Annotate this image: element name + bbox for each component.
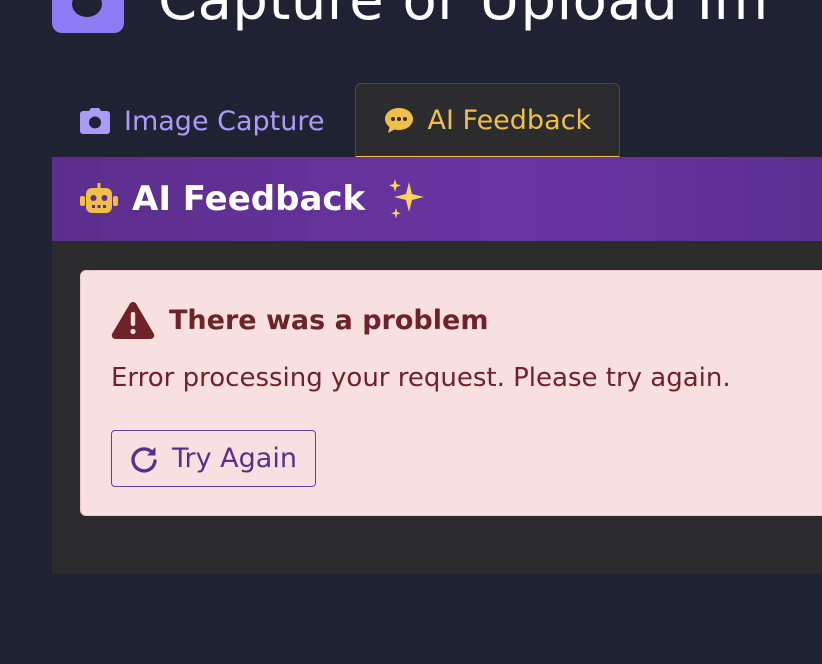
try-again-button[interactable]: Try Again	[111, 430, 316, 487]
tab-bar: Image Capture AI Feedback	[52, 83, 621, 158]
speech-bubble-icon	[384, 106, 414, 134]
error-alert: There was a problem Error processing you…	[80, 270, 822, 516]
alert-title: There was a problem	[169, 304, 489, 336]
tab-image-capture[interactable]: Image Capture	[52, 84, 353, 158]
page: Capture or Upload Im Image Capture AI Fe…	[0, 0, 822, 664]
refresh-icon	[130, 445, 158, 473]
ai-feedback-card: AI Feedback There was a problem Error pr…	[52, 157, 822, 574]
try-again-label: Try Again	[172, 443, 297, 474]
tab-image-capture-label: Image Capture	[124, 105, 325, 137]
robot-icon	[80, 183, 118, 215]
camera-logo-icon	[52, 0, 124, 33]
alert-message: Error processing your request. Please tr…	[111, 363, 731, 393]
app-header: Capture or Upload Im	[52, 0, 769, 40]
tab-ai-feedback[interactable]: AI Feedback	[354, 83, 621, 158]
alert-heading: There was a problem	[111, 301, 488, 339]
card-title: AI Feedback	[132, 179, 366, 219]
camera-icon	[80, 108, 110, 134]
card-header: AI Feedback	[52, 157, 822, 241]
tab-ai-feedback-label: AI Feedback	[427, 104, 592, 136]
sparkles-icon	[387, 178, 427, 220]
app-title: Capture or Upload Im	[158, 0, 769, 33]
warning-triangle-icon	[111, 301, 155, 339]
